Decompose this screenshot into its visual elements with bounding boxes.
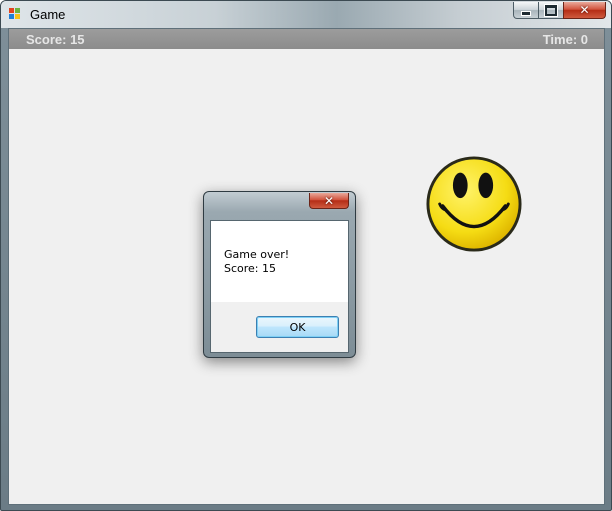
minimize-icon [521,10,531,16]
dialog-close-button[interactable]: ✕ [309,193,349,209]
game-over-dialog: ✕ Game over! Score: 15 OK [203,191,356,358]
maximize-button[interactable] [538,2,564,19]
game-over-text: Game over! [224,248,290,261]
close-button[interactable]: ✕ [563,2,606,19]
close-icon: ✕ [579,3,590,17]
score-label: Score: 15 [26,32,85,47]
dialog-message: Game over! Score: 15 [224,248,289,276]
dialog-footer: OK [211,302,348,352]
final-score-text: Score: 15 [224,262,277,275]
game-window: Game ✕ Score: 15 Time: 0 ✕ Game over! Sc… [0,0,612,511]
smiley-face-icon[interactable] [425,155,523,253]
maximize-icon [545,4,557,16]
title-bar[interactable]: Game ✕ [1,1,611,28]
close-icon: ✕ [323,193,335,208]
time-label: Time: 0 [542,32,588,47]
windows-app-icon[interactable] [9,8,22,21]
hud-bar: Score: 15 Time: 0 [9,29,604,49]
dialog-body: Game over! Score: 15 OK [210,220,349,353]
minimize-button[interactable] [513,2,539,19]
window-title: Game [30,7,66,22]
ok-button[interactable]: OK [256,316,339,338]
